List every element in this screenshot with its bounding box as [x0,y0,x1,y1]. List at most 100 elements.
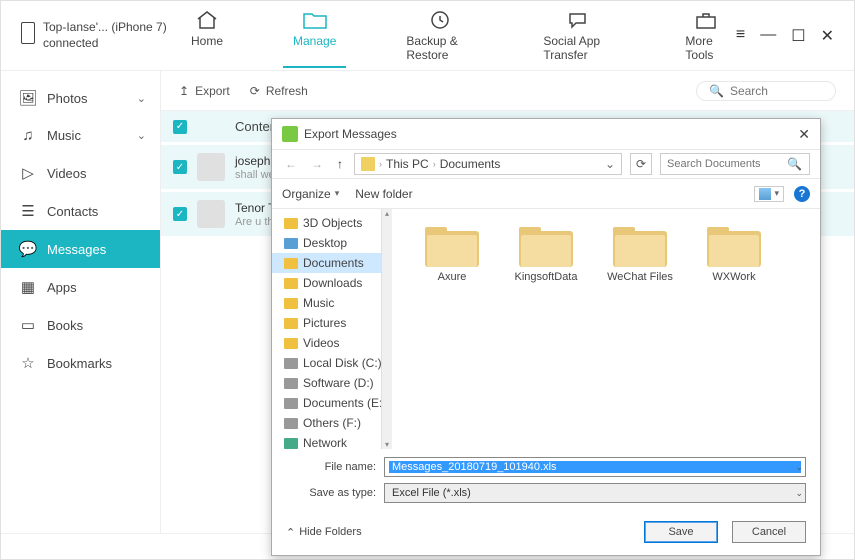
sidebar-item-contacts[interactable]: ☰ Contacts [1,192,160,230]
refresh-label: Refresh [266,84,308,98]
tree-item[interactable]: Local Disk (C:) [272,353,381,373]
tree-item-label: Local Disk (C:) [303,356,382,370]
save-type-select[interactable]: Excel File (*.xls)⌄ [384,483,806,503]
sidebar-item-apps[interactable]: ▦Apps [1,268,160,306]
refresh-button[interactable]: ⟳Refresh [250,84,308,98]
nav-manage[interactable]: Manage [283,4,346,68]
export-button[interactable]: ↥ Export [179,84,230,98]
folder-label: Axure [438,271,467,283]
tree-item-label: Downloads [303,276,362,290]
nav-tools[interactable]: More Tools [675,4,736,68]
search-input[interactable] [730,84,820,98]
folder-item[interactable]: WXWork [694,225,774,283]
tree-item-label: Software (D:) [303,376,374,390]
videos-icon: ▷ [19,164,37,182]
breadcrumb-dropdown-icon[interactable]: ⌄ [605,157,615,171]
sidebar-item-photos[interactable]: 🖼Photos⌄ [1,79,160,117]
hide-folders-button[interactable]: ⌃Hide Folders [286,526,362,539]
tree-scrollbar[interactable]: ▴▾ [382,209,392,449]
dialog-search[interactable]: 🔍 [660,153,810,175]
file-name-input[interactable]: Messages_20180719_101940.xls⌄ [384,457,806,477]
sidebar-item-books[interactable]: ▭Books [1,306,160,344]
tree-item-label: Documents (E:) [303,396,382,410]
minimize-icon[interactable]: — [760,26,776,46]
tree-item[interactable]: Downloads [272,273,381,293]
tree-item[interactable]: Desktop [272,233,381,253]
folder-item[interactable]: WeChat Files [600,225,680,283]
tree-folder-icon [284,318,298,329]
tree-item[interactable]: Software (D:) [272,373,381,393]
folder-item[interactable]: KingsoftData [506,225,586,283]
sidebar-item-label: Books [47,318,83,333]
organize-button[interactable]: Organize▾ [282,187,339,201]
back-icon[interactable]: ← [282,157,300,171]
breadcrumb[interactable]: › This PC › Documents ⌄ [354,153,622,175]
tree-item-label: Videos [303,336,339,350]
help-icon[interactable]: ? [794,186,810,202]
new-folder-button[interactable]: New folder [355,187,412,201]
cancel-button[interactable]: Cancel [732,521,806,543]
tree-item[interactable]: Music [272,293,381,313]
search-box[interactable]: 🔍 [696,81,836,101]
tree-item[interactable]: Documents (E:) [272,393,381,413]
tree-item[interactable]: Documents [272,253,381,273]
search-icon: 🔍 [709,84,724,98]
dialog-nav: ← → ↑ › This PC › Documents ⌄ ⟳ 🔍 [272,149,820,179]
dialog-search-input[interactable] [667,158,787,170]
sidebar-item-label: Contacts [47,204,98,219]
export-icon: ↥ [179,84,189,98]
close-icon[interactable]: ✕ [821,26,834,46]
menu-icon[interactable]: ≡ [736,26,745,46]
dropdown-icon: ▾ [774,188,779,199]
tree-item-label: Pictures [303,316,346,330]
up-icon[interactable]: ↑ [334,157,346,171]
view-mode-button[interactable]: ▾ [754,186,784,202]
tools-icon [692,10,720,30]
nav-backup[interactable]: Backup & Restore [396,4,483,68]
save-button[interactable]: Save [644,521,718,543]
contacts-icon: ☰ [19,202,37,220]
forward-icon[interactable]: → [308,157,326,171]
export-label: Export [195,84,230,98]
nav-refresh-icon[interactable]: ⟳ [630,153,652,175]
row-checkbox[interactable]: ✓ [173,160,187,174]
folder-icon [707,225,761,267]
tree-folder-icon [284,358,298,369]
maximize-icon[interactable]: ☐ [791,26,805,46]
apps-icon: ▦ [19,278,37,296]
tree-item[interactable]: Pictures [272,313,381,333]
nav-home[interactable]: Home [181,4,233,68]
nav-label: Social App Transfer [543,34,615,62]
tree-item-label: Desktop [303,236,347,250]
sidebar-item-bookmarks[interactable]: ☆Bookmarks [1,344,160,382]
folder-label: WeChat Files [607,271,673,283]
avatar [197,200,225,228]
tree-item[interactable]: 3D Objects [272,213,381,233]
breadcrumb-item[interactable]: Documents [440,157,501,171]
nav-social[interactable]: Social App Transfer [533,4,625,68]
chevron-down-icon: ⌄ [137,129,146,142]
sidebar-item-videos[interactable]: ▷ Videos [1,154,160,192]
tree-item[interactable]: Network [272,433,381,449]
device-status: connected [43,36,167,52]
dropdown-icon[interactable]: ⌄ [795,488,803,499]
dropdown-icon[interactable]: ⌄ [795,462,803,473]
sidebar-item-messages[interactable]: 💬Messages [1,230,160,268]
sidebar-item-music[interactable]: ♫Music⌄ [1,117,160,154]
tree-folder-icon [284,418,298,429]
dialog-title: Export Messages [304,127,397,141]
sidebar-item-label: Messages [47,242,106,257]
device-info: Top-Ianse'... (iPhone 7) connected [21,20,181,51]
bookmarks-icon: ☆ [19,354,37,372]
folder-item[interactable]: Axure [412,225,492,283]
row-checkbox[interactable]: ✓ [173,207,187,221]
dialog-close-icon[interactable]: ✕ [798,126,810,143]
tree-item[interactable]: Videos [272,333,381,353]
breadcrumb-item[interactable]: This PC [386,157,429,171]
tree-folder-icon [284,378,298,389]
folder-icon [425,225,479,267]
tree-item[interactable]: Others (F:) [272,413,381,433]
device-name: Top-Ianse'... (iPhone 7) [43,20,167,36]
sidebar-item-label: Videos [47,166,87,181]
select-all-checkbox[interactable]: ✓ [173,120,187,134]
